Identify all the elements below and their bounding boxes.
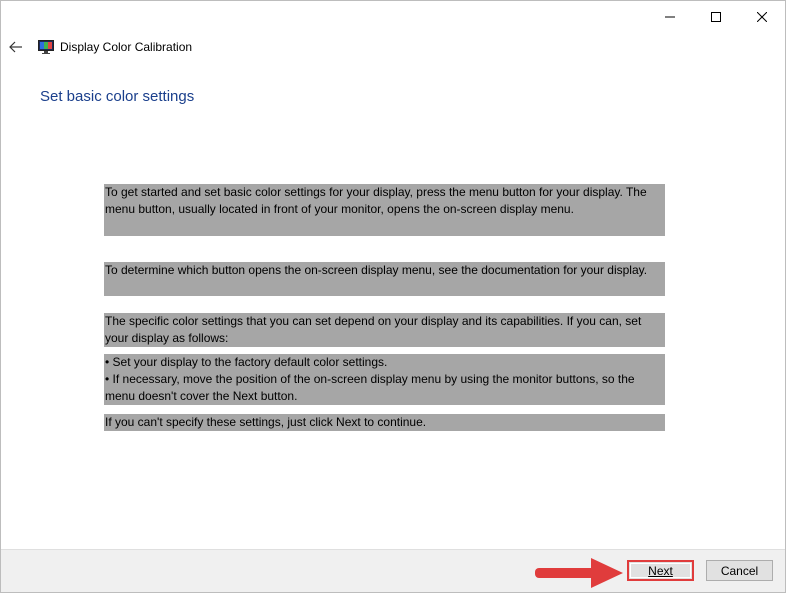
maximize-button[interactable]	[693, 1, 739, 33]
instruction-paragraph: If you can't specify these settings, jus…	[104, 414, 665, 431]
back-button[interactable]	[3, 34, 29, 60]
arrow-left-icon	[9, 41, 22, 53]
next-button-label: Next	[648, 563, 673, 578]
close-button[interactable]	[739, 1, 785, 33]
maximize-icon	[711, 12, 721, 22]
cancel-button[interactable]: Cancel	[706, 560, 773, 581]
next-button[interactable]: Next	[627, 560, 694, 581]
close-icon	[757, 12, 767, 22]
red-arrow-icon	[535, 558, 623, 588]
instruction-bullets: • Set your display to the factory defaul…	[104, 354, 665, 405]
minimize-icon	[665, 16, 675, 18]
instruction-paragraph: To determine which button opens the on-s…	[104, 262, 665, 296]
calibration-window: Display Color Calibration Set basic colo…	[0, 0, 786, 593]
title-bar-controls	[647, 1, 785, 33]
monitor-color-icon	[38, 40, 54, 54]
minimize-button[interactable]	[647, 1, 693, 33]
footer-bar: Next Cancel	[1, 549, 785, 592]
navigation-row: Display Color Calibration	[1, 34, 192, 60]
cancel-button-label: Cancel	[720, 563, 759, 578]
instruction-paragraph: To get started and set basic color setti…	[104, 184, 665, 236]
window-title: Display Color Calibration	[60, 40, 193, 54]
instruction-paragraph: The specific color settings that you can…	[104, 313, 665, 347]
page-title: Set basic color settings	[40, 88, 195, 105]
